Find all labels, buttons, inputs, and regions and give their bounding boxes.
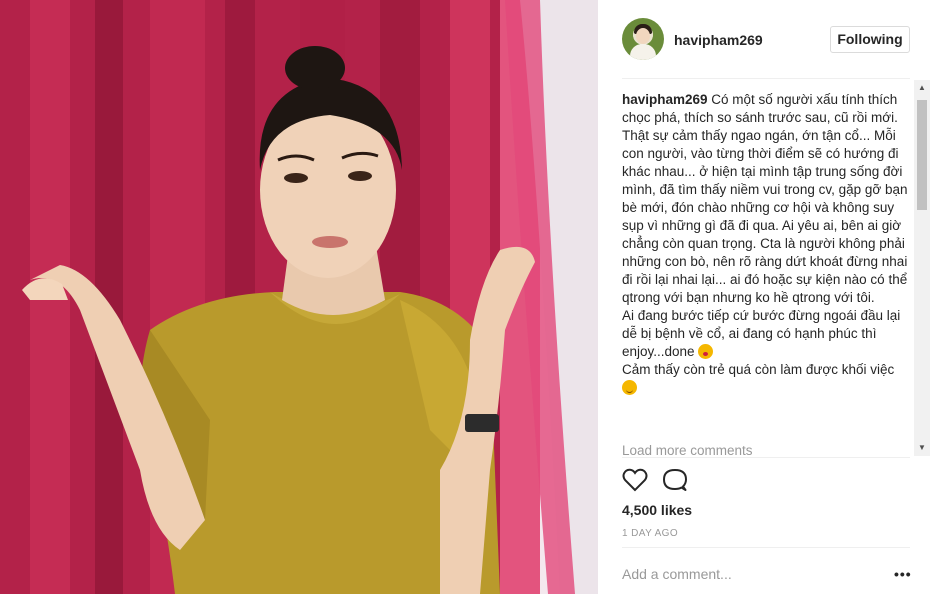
comments-section: havipham269 Có một số người xấu tính thí… — [622, 91, 910, 457]
post-photo[interactable] — [0, 0, 598, 594]
post-header: havipham269 Following — [598, 0, 932, 80]
following-button[interactable]: Following — [830, 26, 910, 53]
heart-icon[interactable] — [622, 468, 648, 492]
more-options-icon[interactable]: ••• — [894, 566, 912, 582]
likes-count[interactable]: 4,500 likes — [622, 502, 692, 518]
actions-divider — [622, 457, 910, 458]
add-comment-input[interactable]: Add a comment... — [622, 566, 732, 582]
avatar-face — [636, 28, 650, 44]
post-timestamp[interactable]: 1 DAY AGO — [622, 528, 678, 539]
avatar-body — [630, 44, 656, 60]
avatar[interactable] — [622, 18, 664, 60]
header-divider — [622, 78, 910, 79]
smiling-face-emoji-icon — [622, 380, 637, 395]
scroll-up-arrow-icon[interactable]: ▲ — [914, 80, 930, 96]
add-comment-divider — [622, 547, 910, 548]
comments-scrollbar[interactable]: ▲ ▼ — [914, 80, 930, 456]
comment-icon[interactable] — [662, 468, 688, 492]
caption-username[interactable]: havipham269 — [622, 92, 708, 107]
post-sidebar: havipham269 Following havipham269 Có một… — [598, 0, 932, 594]
username-link[interactable]: havipham269 — [674, 32, 763, 48]
scroll-down-arrow-icon[interactable]: ▼ — [914, 440, 930, 456]
photo-illustration — [0, 0, 598, 594]
caption-text-part2: Cảm thấy còn trẻ quá còn làm được khối v… — [622, 362, 895, 377]
scroll-thumb[interactable] — [917, 100, 927, 210]
kissing-face-emoji-icon — [698, 344, 714, 359]
load-more-comments-link[interactable]: Load more comments — [622, 443, 753, 457]
caption-text-part1: Có một số người xấu tính thích chọc phá,… — [622, 92, 908, 359]
caption: havipham269 Có một số người xấu tính thí… — [622, 91, 910, 397]
